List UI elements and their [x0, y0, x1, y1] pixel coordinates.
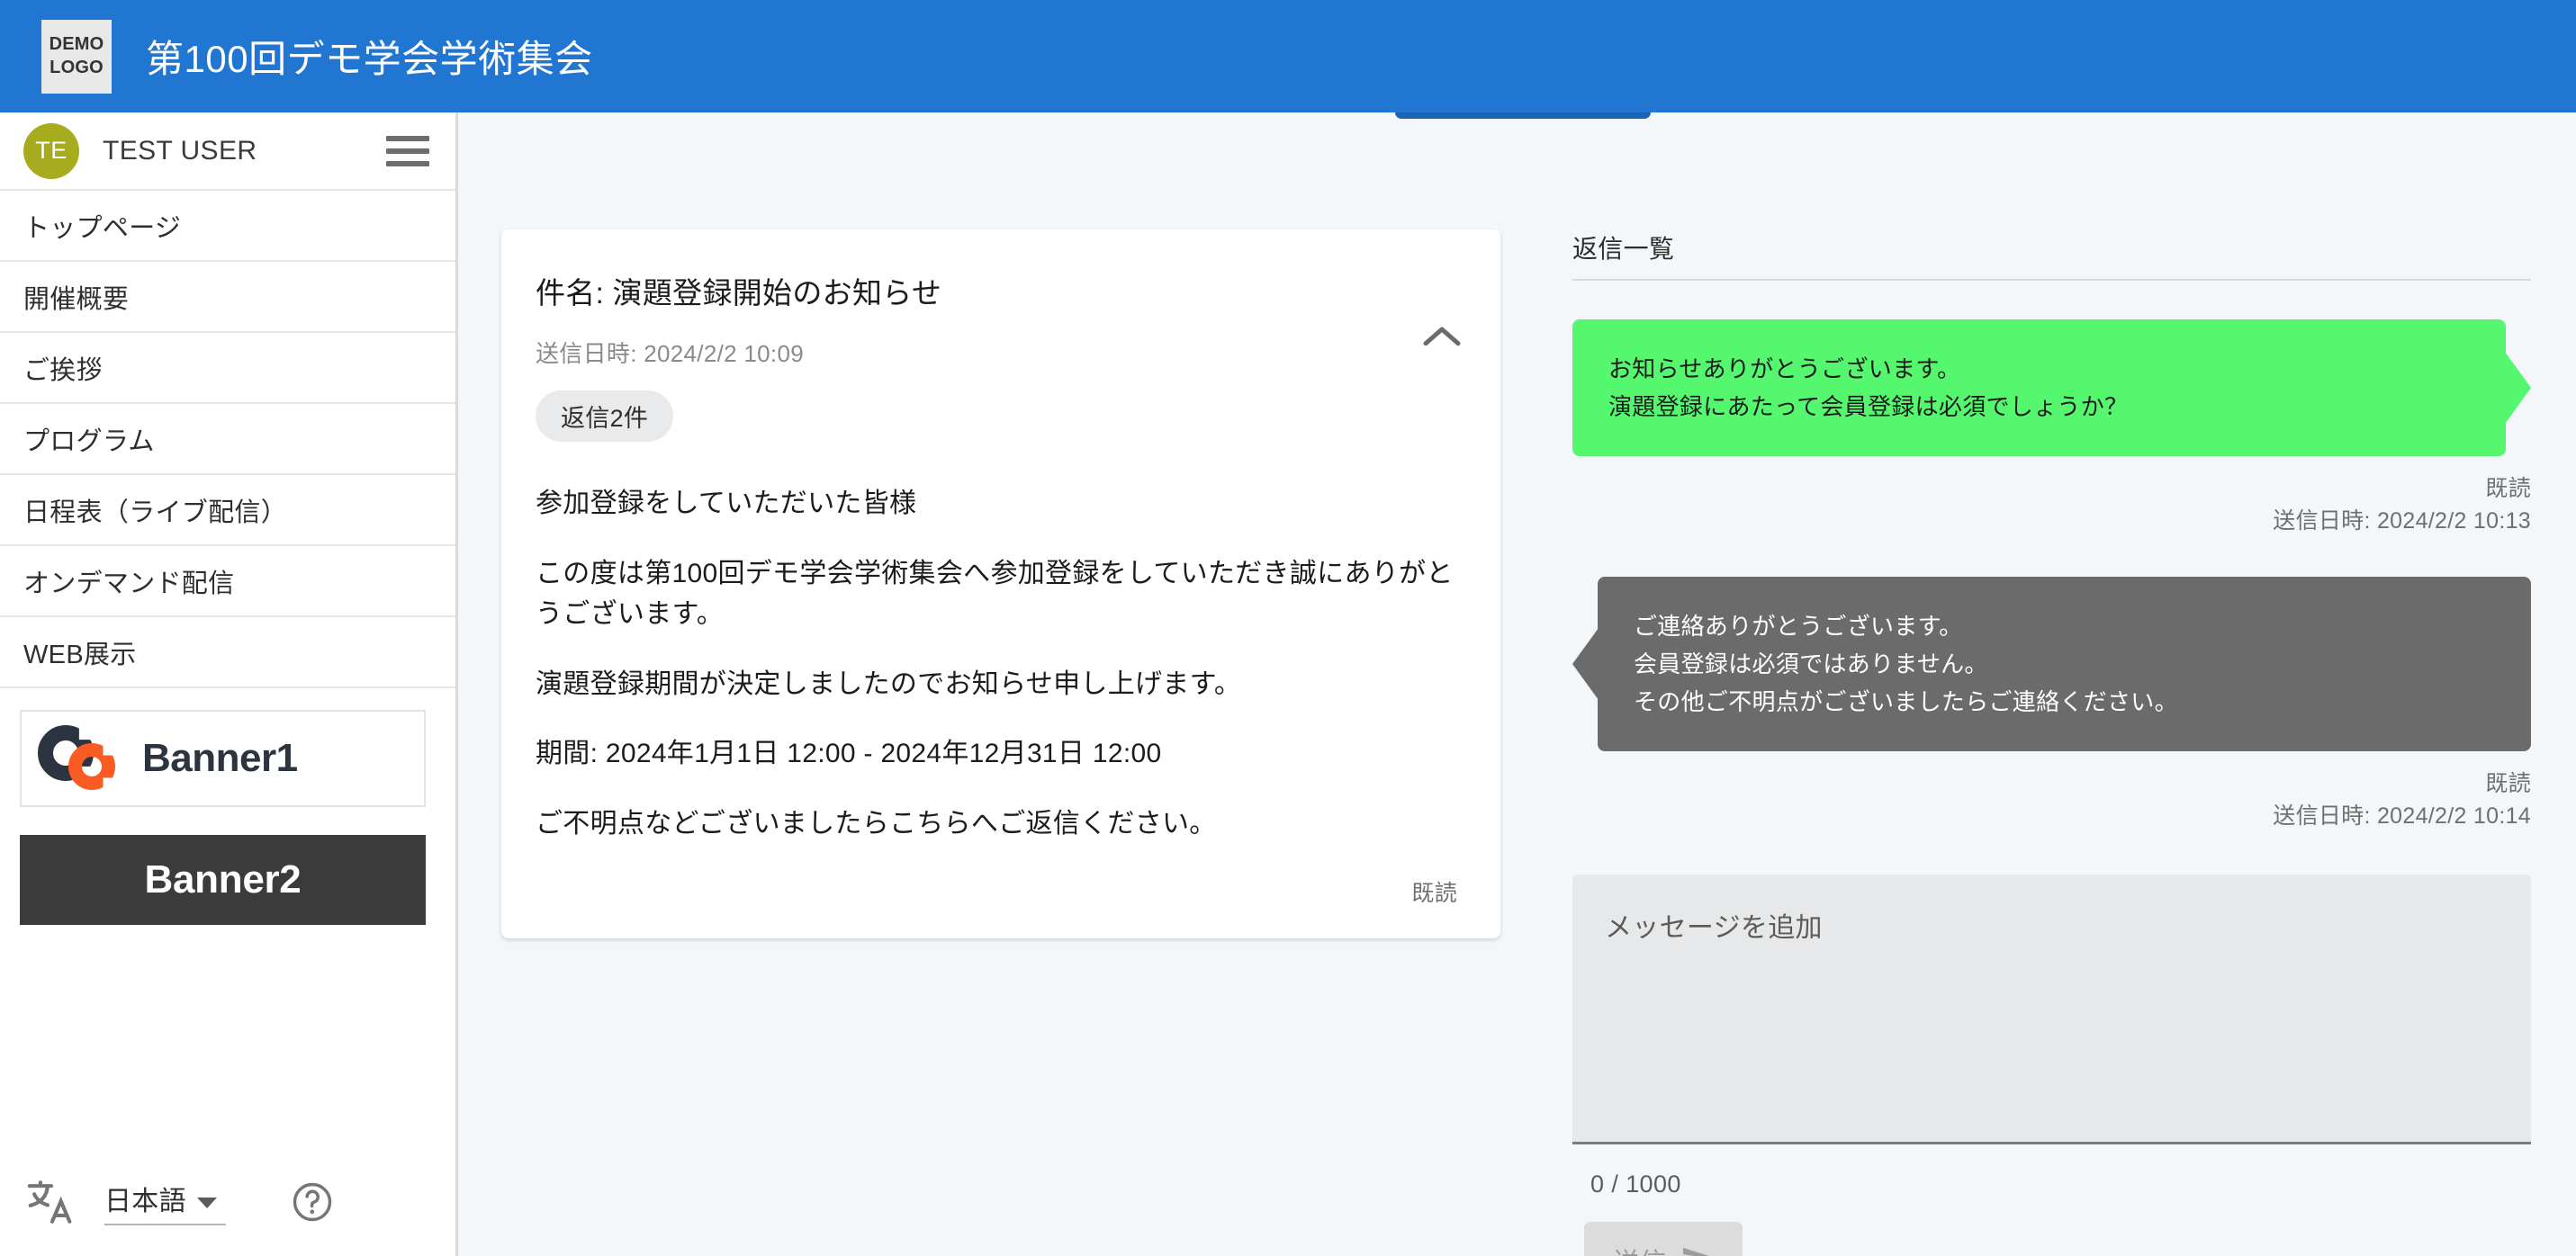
- reply-item: ご連絡ありがとうございます。 会員登録は必須ではありません。 その他ご不明点がご…: [1572, 576, 2531, 833]
- sidebar-footer: 日本語: [0, 1148, 455, 1256]
- sidebar-item-greeting[interactable]: ご挨拶: [0, 333, 455, 404]
- message-body: 参加登録をしていただいた皆様 この度は第100回デモ学会学術集会へ参加登録をして…: [536, 483, 1457, 845]
- hamburger-bar: [386, 148, 429, 154]
- translate-icon: [23, 1174, 79, 1230]
- message-paragraph: 期間: 2024年1月1日 12:00 - 2024年12月31日 12:00: [536, 739, 1162, 769]
- chevron-down-icon: [196, 1198, 217, 1208]
- main-content: 件名: 演題登録開始のお知らせ 送信日時: 2024/2/2 10:09 返信2…: [461, 112, 2576, 1256]
- hamburger-menu-icon[interactable]: [386, 135, 429, 166]
- logo-line-2: LOGO: [50, 57, 104, 77]
- message-read-mark: 既読: [1411, 880, 1457, 906]
- cc-logo-icon: [38, 723, 135, 794]
- sidebar-item-top-page[interactable]: トップページ: [0, 191, 455, 262]
- sidebar-item-on-demand[interactable]: オンデマンド配信: [0, 546, 455, 617]
- reply-bubble-incoming: ご連絡ありがとうございます。 会員登録は必須ではありません。 その他ご不明点がご…: [1598, 576, 2531, 752]
- reply-column: 返信一覧 お知らせありがとうございます。 演題登録にあたって会員登録は必須でしょ…: [1572, 229, 2531, 1256]
- app-root: DEMO LOGO 第100回デモ学会学術集会 TE TEST USER トップ…: [0, 0, 2576, 1256]
- sidebar-user-row: TE TEST USER: [0, 112, 455, 191]
- message-input[interactable]: [1572, 874, 2531, 1144]
- banner-1-label: Banner1: [142, 736, 298, 780]
- language-selector[interactable]: 日本語: [104, 1179, 226, 1225]
- reply-meta: 既読 送信日時: 2024/2/2 10:14: [1572, 767, 2531, 833]
- message-paragraph: 参加登録をしていただいた皆様: [536, 489, 917, 518]
- reply-line: その他ご不明点がございましたらご連絡ください。: [1634, 687, 2178, 715]
- hamburger-bar: [386, 135, 429, 141]
- character-counter: 0 / 1000: [1590, 1170, 1681, 1198]
- banner-2-label: Banner2: [144, 857, 302, 902]
- message-sent-value: 2024/2/2 10:09: [644, 340, 804, 367]
- message-paragraph: この度は第100回デモ学会学術集会へ参加登録をしていただき誠にありがとうございま…: [536, 558, 1454, 630]
- sidebar-item-schedule-live[interactable]: 日程表（ライブ配信）: [0, 475, 455, 546]
- reply-line: お知らせありがとうございます。: [1608, 355, 1961, 382]
- message-paragraph: ご不明点などございましたらこちらへご返信ください。: [536, 808, 1217, 839]
- reply-line: ご連絡ありがとうございます。: [1634, 612, 1963, 640]
- demo-logo: DEMO LOGO: [41, 19, 112, 94]
- sidebar-item-web-exhibition[interactable]: WEB展示: [0, 617, 455, 688]
- reply-divider: [1572, 279, 2531, 281]
- user-name: TEST USER: [103, 135, 257, 166]
- reply-sent-at: 送信日時: 2024/2/2 10:14: [2273, 803, 2531, 830]
- message-card: 件名: 演題登録開始のお知らせ 送信日時: 2024/2/2 10:09 返信2…: [501, 229, 1500, 938]
- banner-1[interactable]: Banner1: [20, 710, 426, 807]
- message-subject-label: 件名:: [536, 276, 605, 310]
- message-composer: 0 / 1000 送信: [1572, 874, 2531, 1256]
- message-sent-label: 送信日時:: [536, 340, 637, 367]
- chevron-up-icon[interactable]: [1418, 319, 1466, 355]
- reply-bubble-outgoing: お知らせありがとうございます。 演題登録にあたって会員登録は必須でしょうか？: [1572, 319, 2506, 457]
- page-title: 第100回デモ学会学術集会: [146, 38, 593, 80]
- app-header: DEMO LOGO 第100回デモ学会学術集会: [0, 0, 2576, 112]
- reply-sent-at: 送信日時: 2024/2/2 10:13: [2273, 508, 2531, 534]
- reply-list-title: 返信一覧: [1572, 235, 1675, 263]
- reply-item: お知らせありがとうございます。 演題登録にあたって会員登録は必須でしょうか？ 既…: [1572, 319, 2531, 538]
- message-subject-text: 演題登録開始のお知らせ: [612, 276, 942, 310]
- sidebar-item-program[interactable]: プログラム: [0, 404, 455, 475]
- message-paragraph: 演題登録期間が決定しましたのでお知らせ申し上げます。: [536, 668, 1242, 699]
- reply-read-mark: 既読: [2485, 476, 2531, 502]
- logo-line-1: DEMO: [49, 33, 104, 54]
- reply-line: 演題登録にあたって会員登録は必須でしょうか？: [1608, 393, 2129, 421]
- message-sent-at: 送信日時: 2024/2/2 10:09: [536, 336, 1457, 369]
- sidebar: TE TEST USER トップページ 開催概要 ご挨拶 プログラム 日程表（ラ…: [0, 112, 458, 1256]
- message-column: 件名: 演題登録開始のお知らせ 送信日時: 2024/2/2 10:09 返信2…: [461, 229, 1505, 1256]
- sidebar-banners: Banner1 Banner2: [0, 688, 455, 925]
- send-button-label: 送信: [1613, 1242, 1666, 1256]
- message-subject: 件名: 演題登録開始のお知らせ: [536, 269, 1457, 312]
- hamburger-bar: [386, 160, 429, 166]
- reply-read-mark: 既読: [2485, 771, 2531, 797]
- reply-count-chip[interactable]: 返信2件: [536, 390, 674, 442]
- avatar: TE: [23, 122, 79, 179]
- send-arrow-icon: [1681, 1245, 1714, 1256]
- sidebar-item-overview[interactable]: 開催概要: [0, 262, 455, 333]
- reply-line: 会員登録は必須ではありません。: [1634, 650, 1988, 677]
- language-label: 日本語: [104, 1187, 186, 1216]
- help-circle-icon[interactable]: [289, 1179, 336, 1225]
- banner-2[interactable]: Banner2: [20, 835, 426, 925]
- reply-meta: 既読 送信日時: 2024/2/2 10:13: [1572, 472, 2531, 538]
- send-button[interactable]: 送信: [1584, 1221, 1743, 1256]
